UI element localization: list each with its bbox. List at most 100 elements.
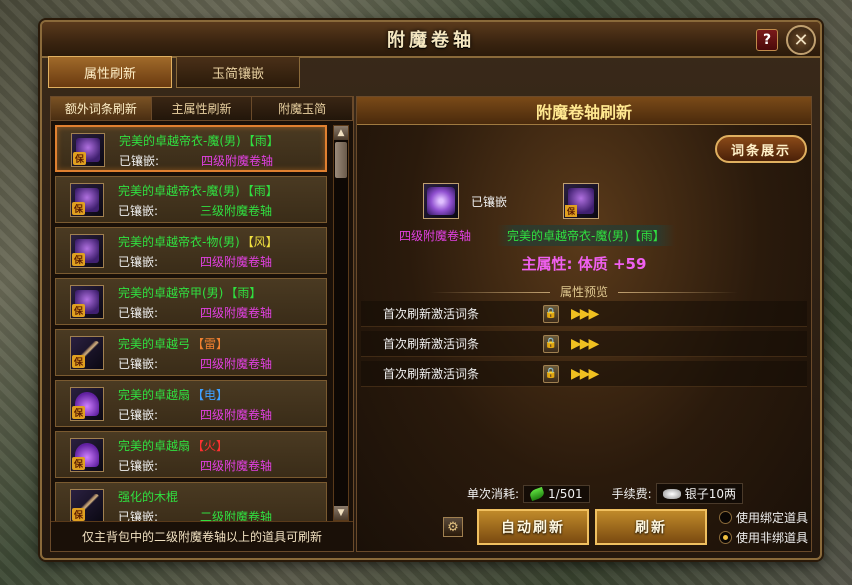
settings-gear-icon[interactable]: ⚙ xyxy=(443,517,463,537)
close-button[interactable]: ✕ xyxy=(786,25,816,55)
item-name: 完美的卓越帝衣-物(男) 【风】 xyxy=(118,233,278,250)
subtab-enchant-jade[interactable]: 附魔玉简 xyxy=(252,97,354,120)
radio-bound[interactable] xyxy=(719,511,732,524)
triple-arrow-icon: ▶▶▶ xyxy=(571,365,599,382)
bao-badge-icon: 保 xyxy=(72,253,85,266)
attribute-preview-title: 属性预览 xyxy=(357,283,811,300)
silver-ingot-icon xyxy=(662,488,681,499)
list-item[interactable]: 保 完美的卓越帝衣-物(男) 【风】 已镶嵌: 四级附魔卷轴 xyxy=(55,227,327,274)
item-embed-label: 已镶嵌: xyxy=(118,306,159,320)
list-item[interactable]: 保 完美的卓越扇 【电】 已镶嵌: 四级附魔卷轴 xyxy=(55,380,327,427)
title-bar: 附魔卷轴 ? ✕ xyxy=(42,22,820,58)
item-name: 完美的卓越扇 【火】 xyxy=(118,437,228,454)
item-name: 完美的卓越弓 【雷】 xyxy=(118,335,228,352)
item-element-tag: 【雨】 xyxy=(225,286,262,300)
entry-display-button[interactable]: 词条展示 xyxy=(715,135,807,163)
item-icon-frame: 保 xyxy=(70,234,104,268)
cost-row: 单次消耗: 1/501 手续费: 银子10两 xyxy=(467,483,743,504)
list-item[interactable]: 保 完美的卓越帝衣-魔(男) 【雨】 已镶嵌: 四级附魔卷轴 xyxy=(55,125,327,172)
item-embed-label: 已镶嵌: xyxy=(118,408,159,422)
item-icon-frame: 保 xyxy=(70,438,104,472)
refresh-panel: 附魔卷轴刷新 词条展示 已镶嵌 保 四级附魔卷轴 完美的卓越帝衣-魔(男)【雨】… xyxy=(356,96,812,552)
item-embed-label: 已镶嵌: xyxy=(119,154,160,168)
item-icon-frame: 保 xyxy=(70,387,104,421)
item-embed-value: 四级附魔卷轴 xyxy=(200,357,273,371)
item-element-tag: 【雷】 xyxy=(192,337,229,351)
scroll-down-icon[interactable]: ▼ xyxy=(334,506,348,520)
item-embed-value: 四级附魔卷轴 xyxy=(201,154,274,168)
use-unbound-option[interactable]: 使用非绑道具 xyxy=(719,529,808,546)
lock-icon[interactable]: 🔒 xyxy=(543,304,559,323)
subtab-main-attr-refresh[interactable]: 主属性刷新 xyxy=(151,97,253,120)
bao-badge-icon: 保 xyxy=(72,508,85,521)
item-list-scrollbar[interactable]: ▲ ▼ xyxy=(333,125,349,521)
item-icon-frame: 保 xyxy=(70,285,104,319)
attr-row: 首次刷新激活词条 🔒 ▶▶▶ xyxy=(361,301,807,327)
item-name: 完美的卓越扇 【电】 xyxy=(118,386,228,403)
embedded-label: 已镶嵌 xyxy=(471,195,508,209)
refresh-panel-title: 附魔卷轴刷新 xyxy=(357,97,811,125)
radio-unbound[interactable] xyxy=(719,531,732,544)
item-name-text: 强化的木棍 xyxy=(118,490,179,504)
bao-badge-icon: 保 xyxy=(72,457,85,470)
scroll-thumb[interactable] xyxy=(335,142,347,178)
item-name: 完美的卓越帝衣-魔(男) 【雨】 xyxy=(119,132,279,149)
refresh-button[interactable]: 刷新 xyxy=(595,509,707,545)
lock-icon[interactable]: 🔒 xyxy=(543,334,559,353)
item-list-panel: 额外词条刷新 主属性刷新 附魔玉简 保完美的卓越帝衣-魔(男) 【雨】 已镶嵌: 四级… xyxy=(50,96,354,552)
bao-badge-icon: 保 xyxy=(72,202,85,215)
cost-box: 1/501 xyxy=(523,484,590,503)
equipment-slot[interactable]: 保 xyxy=(563,183,599,219)
attr-row-label: 首次刷新激活词条 xyxy=(383,307,480,321)
triple-arrow-icon: ▶▶▶ xyxy=(571,305,599,322)
attr-row: 首次刷新激活词条 🔒 ▶▶▶ xyxy=(361,361,807,387)
cost-label: 单次消耗: xyxy=(467,487,520,501)
item-embed-value: 四级附魔卷轴 xyxy=(200,306,273,320)
tab-jade-inlay[interactable]: 玉简镶嵌 xyxy=(176,56,300,88)
item-embed-value: 三级附魔卷轴 xyxy=(200,204,273,218)
fee-value: 银子10两 xyxy=(684,487,736,501)
item-embed-value: 四级附魔卷轴 xyxy=(200,255,273,269)
item-name-text: 完美的卓越帝衣-魔(男) xyxy=(118,184,240,198)
item-name: 完美的卓越帝甲(男) 【雨】 xyxy=(118,284,261,301)
attr-row-label: 首次刷新激活词条 xyxy=(383,337,480,351)
attr-row-label: 首次刷新激活词条 xyxy=(383,367,480,381)
use-bound-option[interactable]: 使用绑定道具 xyxy=(719,509,808,526)
item-embed-value: 二级附魔卷轴 xyxy=(200,510,273,521)
leaf-material-icon xyxy=(528,486,546,501)
item-element-tag: 【雨】 xyxy=(242,134,279,148)
item-embed-label: 已镶嵌: xyxy=(118,204,159,218)
help-button[interactable]: ? xyxy=(756,29,778,51)
bao-badge-icon: 保 xyxy=(72,355,85,368)
item-element-tag: 【风】 xyxy=(241,235,278,249)
fee-box: 银子10两 xyxy=(655,483,743,504)
item-name: 完美的卓越帝衣-魔(男) 【雨】 xyxy=(118,182,278,199)
window-title: 附魔卷轴 xyxy=(387,30,475,51)
list-item[interactable]: 保 完美的卓越弓 【雷】 已镶嵌: 四级附魔卷轴 xyxy=(55,329,327,376)
list-item[interactable]: 保 完美的卓越帝甲(男) 【雨】 已镶嵌: 四级附魔卷轴 xyxy=(55,278,327,325)
item-icon-frame: 保 xyxy=(70,489,104,521)
top-tabs: 属性刷新 玉简镶嵌 xyxy=(48,56,300,88)
use-bound-label: 使用绑定道具 xyxy=(736,511,809,525)
tab-attribute-refresh[interactable]: 属性刷新 xyxy=(48,56,172,88)
lock-icon[interactable]: 🔒 xyxy=(543,364,559,383)
list-item[interactable]: 保 强化的木棍已镶嵌: 二级附魔卷轴 xyxy=(55,482,327,521)
use-unbound-label: 使用非绑道具 xyxy=(736,531,809,545)
enchant-scroll-icon xyxy=(427,187,455,215)
item-name-text: 完美的卓越弓 xyxy=(118,337,191,351)
auto-refresh-button[interactable]: 自动刷新 xyxy=(477,509,589,545)
scroll-slot[interactable] xyxy=(423,183,459,219)
enchant-scroll-window: 附魔卷轴 ? ✕ 属性刷新 玉简镶嵌 额外词条刷新 主属性刷新 附魔玉简 保完美… xyxy=(40,20,822,560)
bao-badge-icon: 保 xyxy=(72,406,85,419)
list-item[interactable]: 保 完美的卓越帝衣-魔(男) 【雨】 已镶嵌: 三级附魔卷轴 xyxy=(55,176,327,223)
item-embed-label: 已镶嵌: xyxy=(118,510,159,521)
bao-badge-icon: 保 xyxy=(72,304,85,317)
item-name-text: 完美的卓越帝衣-物(男) xyxy=(118,235,240,249)
list-item[interactable]: 保 完美的卓越扇 【火】 已镶嵌: 四级附魔卷轴 xyxy=(55,431,327,478)
item-name-text: 完美的卓越帝衣-魔(男) xyxy=(119,134,241,148)
scroll-up-icon[interactable]: ▲ xyxy=(334,126,348,140)
item-list: 保完美的卓越帝衣-魔(男) 【雨】 已镶嵌: 四级附魔卷轴保完美的卓越帝衣-魔(男) 【… xyxy=(55,125,327,521)
subtab-extra-entry-refresh[interactable]: 额外词条刷新 xyxy=(51,97,152,120)
item-embed-label: 已镶嵌: xyxy=(118,255,159,269)
triple-arrow-icon: ▶▶▶ xyxy=(571,335,599,352)
